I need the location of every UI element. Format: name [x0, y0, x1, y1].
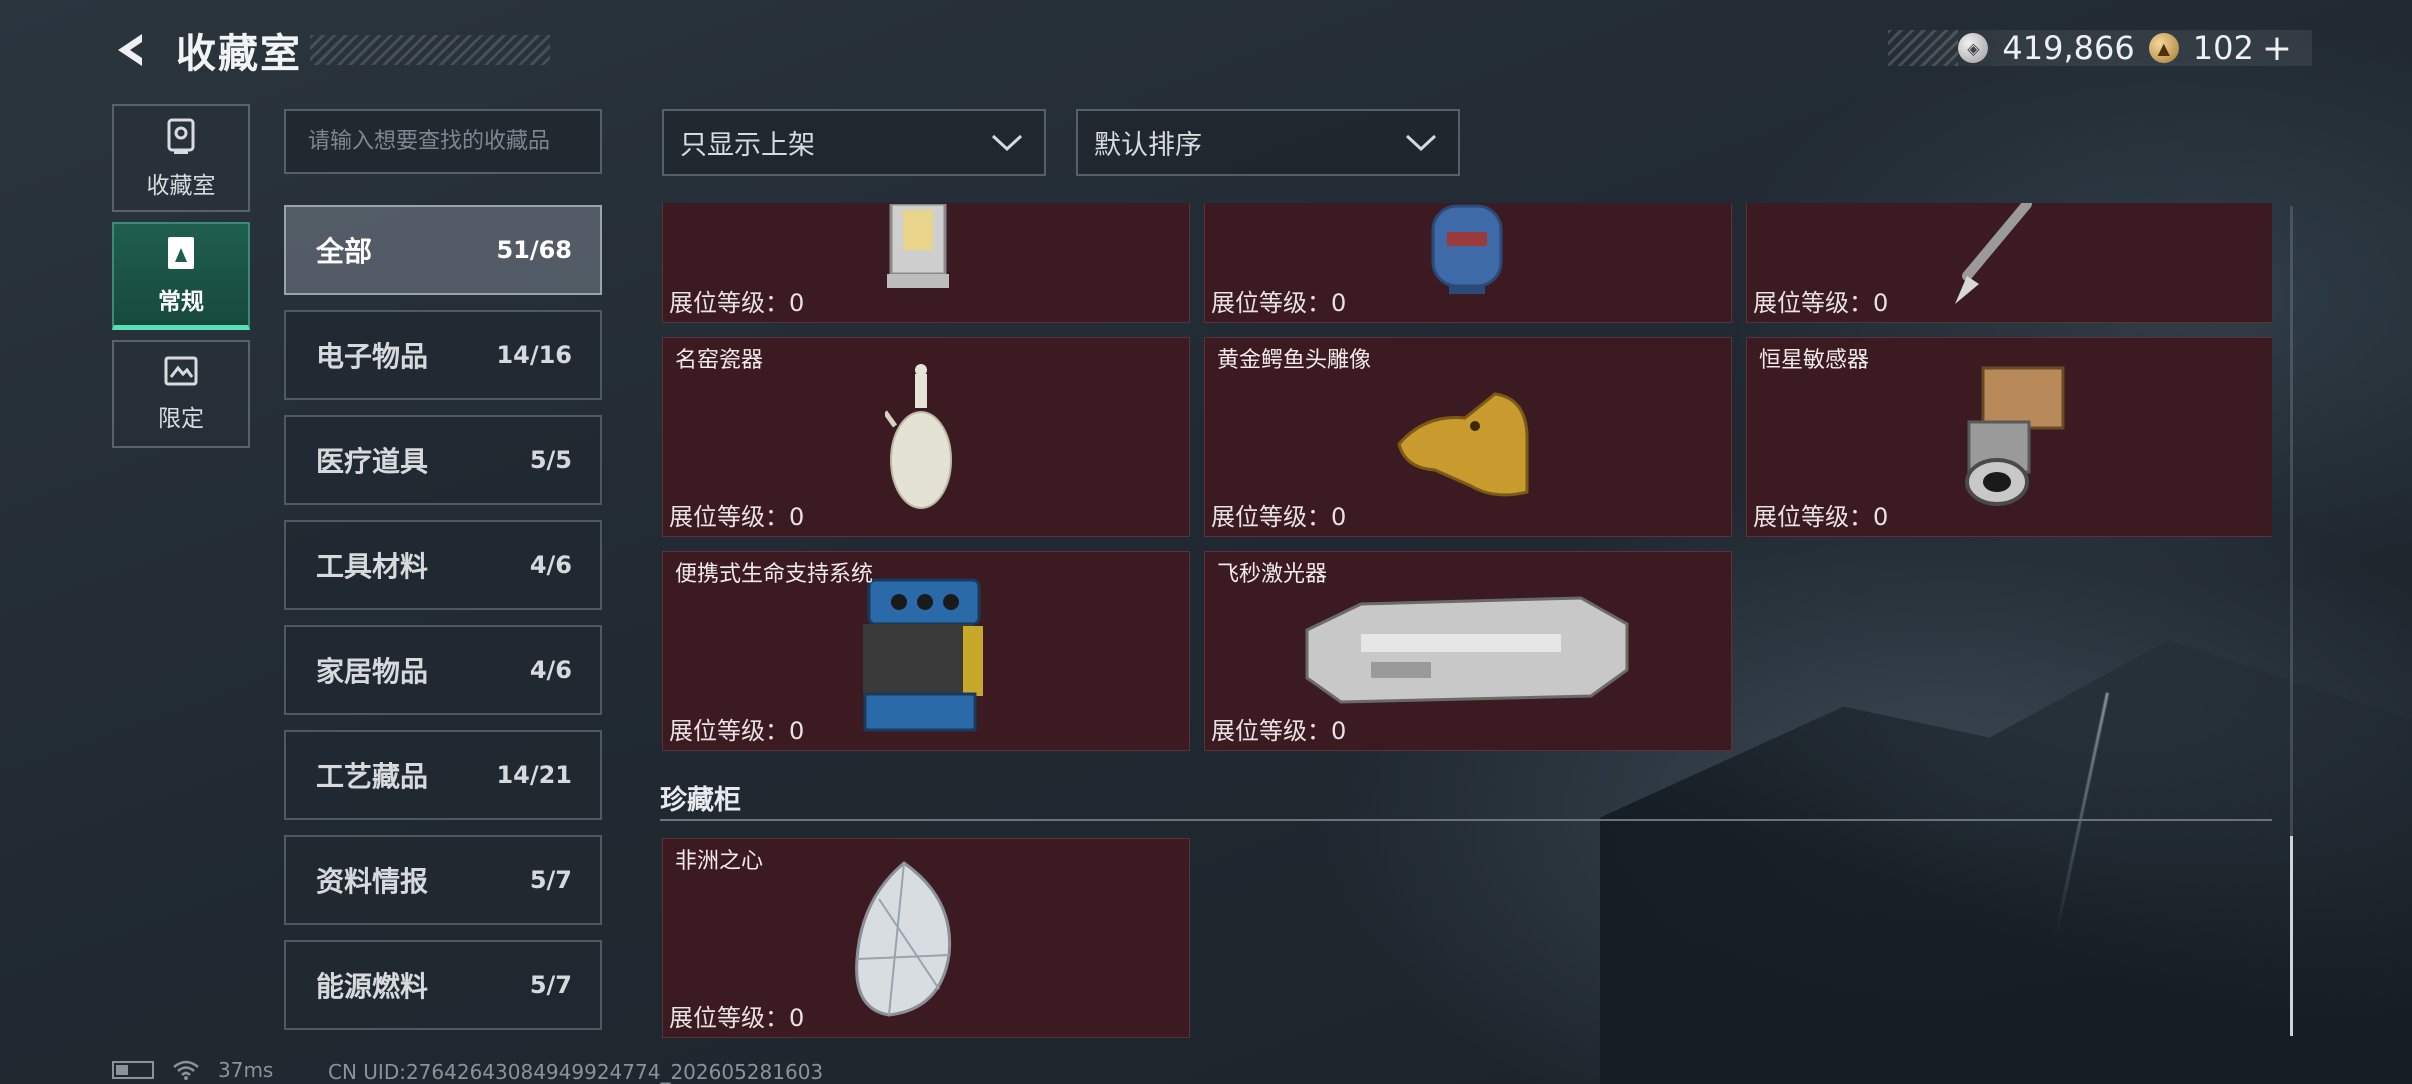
category-name: 全部: [316, 235, 373, 268]
item-name: 名窑瓷器: [675, 348, 764, 373]
rail-label: 限定: [158, 406, 204, 432]
category-count: 14/21: [496, 761, 572, 789]
gold-amount: 102: [2192, 29, 2254, 67]
category-all[interactable]: 全部 51/68: [284, 205, 602, 295]
rail-item-collection-room[interactable]: 收藏室: [112, 104, 250, 212]
item-name: 黄金鳄鱼头雕像: [1217, 348, 1372, 373]
search-input[interactable]: [284, 109, 602, 174]
collection-icon: [168, 236, 194, 269]
category-count: 4/6: [529, 656, 572, 684]
laser-device-icon: [1305, 596, 1629, 704]
item-card[interactable]: 展位等级：0: [1204, 203, 1732, 323]
display-level: 展位等级：0: [1211, 503, 1347, 531]
item-name: 恒星敏感器: [1759, 348, 1870, 373]
item-card[interactable]: 飞秒激光器 展位等级：0: [1204, 551, 1732, 751]
battery-icon: [112, 1061, 154, 1079]
category-name: 能源燃料: [316, 970, 429, 1003]
display-level: 展位等级：0: [1211, 717, 1347, 745]
star-sensor-icon: [1965, 366, 2065, 506]
display-level: 展位等级：0: [1753, 289, 1889, 317]
back-arrow-icon[interactable]: [110, 28, 154, 72]
silver-coin-icon: ◈: [1958, 33, 1989, 63]
category-count: 51/68: [496, 236, 572, 264]
diamond-icon: [855, 861, 952, 1017]
chevron-down-icon: [1405, 134, 1437, 151]
currency-decoration: [1888, 30, 1959, 66]
display-level: 展位等级：0: [1753, 503, 1889, 531]
item-name: 便携式生命支持系统: [675, 562, 874, 587]
add-currency-button[interactable]: +: [2262, 28, 2292, 69]
header: 收藏室: [110, 22, 550, 78]
wifi-icon: [173, 1060, 199, 1080]
life-support-icon: [863, 578, 983, 732]
display-level: 展位等级：0: [669, 289, 805, 317]
category-medical[interactable]: 医疗道具 5/5: [284, 415, 602, 505]
display-level: 展位等级：0: [1211, 289, 1347, 317]
side-rail: 收藏室 常规 限定: [112, 104, 250, 458]
category-name: 工具材料: [316, 550, 429, 583]
category-electronics[interactable]: 电子物品 14/16: [284, 310, 602, 400]
category-name: 家居物品: [316, 655, 429, 688]
gold-coin-icon: ▲: [2148, 33, 2179, 63]
fountain-pen-icon: [1955, 203, 2032, 304]
item-card[interactable]: 非洲之心 展位等级：0: [662, 838, 1190, 1038]
lantern-icon: [887, 204, 949, 288]
limited-icon: [164, 356, 198, 386]
trophy-icon: [167, 118, 195, 154]
category-name: 资料情报: [316, 865, 429, 898]
category-name: 医疗道具: [316, 445, 429, 478]
shelf-filter-dropdown[interactable]: 只显示上架: [662, 109, 1046, 176]
rail-label: 常规: [158, 288, 204, 315]
section-divider: [660, 819, 2272, 821]
page-title: 收藏室: [176, 31, 302, 77]
item-card[interactable]: 恒星敏感器 展位等级：0: [1746, 337, 2272, 537]
item-name: 飞秒激光器: [1217, 562, 1328, 587]
dropdown-value: 只显示上架: [680, 130, 815, 161]
scrollbar[interactable]: [2290, 206, 2293, 1036]
item-card[interactable]: 展位等级：0: [662, 203, 1190, 323]
category-energy[interactable]: 能源燃料 5/7: [284, 940, 602, 1030]
silver-amount: 419,866: [2002, 29, 2135, 67]
dropdown-value: 默认排序: [1094, 130, 1202, 161]
item-card[interactable]: 黄金鳄鱼头雕像 展位等级：0: [1204, 337, 1732, 537]
display-level: 展位等级：0: [669, 717, 805, 745]
item-card[interactable]: 展位等级：0: [1746, 203, 2272, 323]
section-title-treasure: 珍藏柜: [660, 785, 741, 816]
user-uid: CN UID:27642643084949924774_202605281603: [328, 1060, 824, 1084]
category-count: 14/16: [496, 341, 572, 369]
category-count: 5/7: [529, 971, 572, 999]
category-tools[interactable]: 工具材料 4/6: [284, 520, 602, 610]
category-list: 全部 51/68 电子物品 14/16 医疗道具 5/5 工具材料 4/6 家居…: [284, 205, 602, 1045]
category-count: 4/6: [529, 551, 572, 579]
display-level: 展位等级：0: [669, 1004, 805, 1032]
item-card[interactable]: 名窑瓷器 展位等级：0: [662, 337, 1190, 537]
rail-item-limited[interactable]: 限定: [112, 340, 250, 448]
category-name: 工艺藏品: [316, 760, 429, 793]
rail-label: 收藏室: [146, 173, 216, 199]
chevron-down-icon: [991, 134, 1023, 151]
item-card[interactable]: 便携式生命支持系统 展位等级：0: [662, 551, 1190, 751]
category-count: 5/7: [529, 866, 572, 894]
category-count: 5/5: [529, 446, 572, 474]
golden-crocodile-icon: [1397, 392, 1529, 497]
ping-value: 37ms: [218, 1058, 274, 1082]
category-household[interactable]: 家居物品 4/6: [284, 625, 602, 715]
title-decoration: [310, 35, 550, 65]
rail-item-regular[interactable]: 常规: [112, 222, 250, 330]
currency-bar: ◈ 419,866 ▲ 102 +: [1888, 28, 2312, 69]
gas-tank-icon: [1431, 204, 1503, 294]
category-name: 电子物品: [316, 340, 429, 373]
porcelain-vase-icon: [885, 364, 952, 509]
item-name: 非洲之心: [675, 849, 764, 874]
category-intel[interactable]: 资料情报 5/7: [284, 835, 602, 925]
scrollbar-thumb[interactable]: [2290, 836, 2293, 1036]
display-level: 展位等级：0: [669, 503, 805, 531]
sort-dropdown[interactable]: 默认排序: [1076, 109, 1460, 176]
category-crafts[interactable]: 工艺藏品 14/21: [284, 730, 602, 820]
status-bar: 37ms: [112, 1058, 273, 1082]
